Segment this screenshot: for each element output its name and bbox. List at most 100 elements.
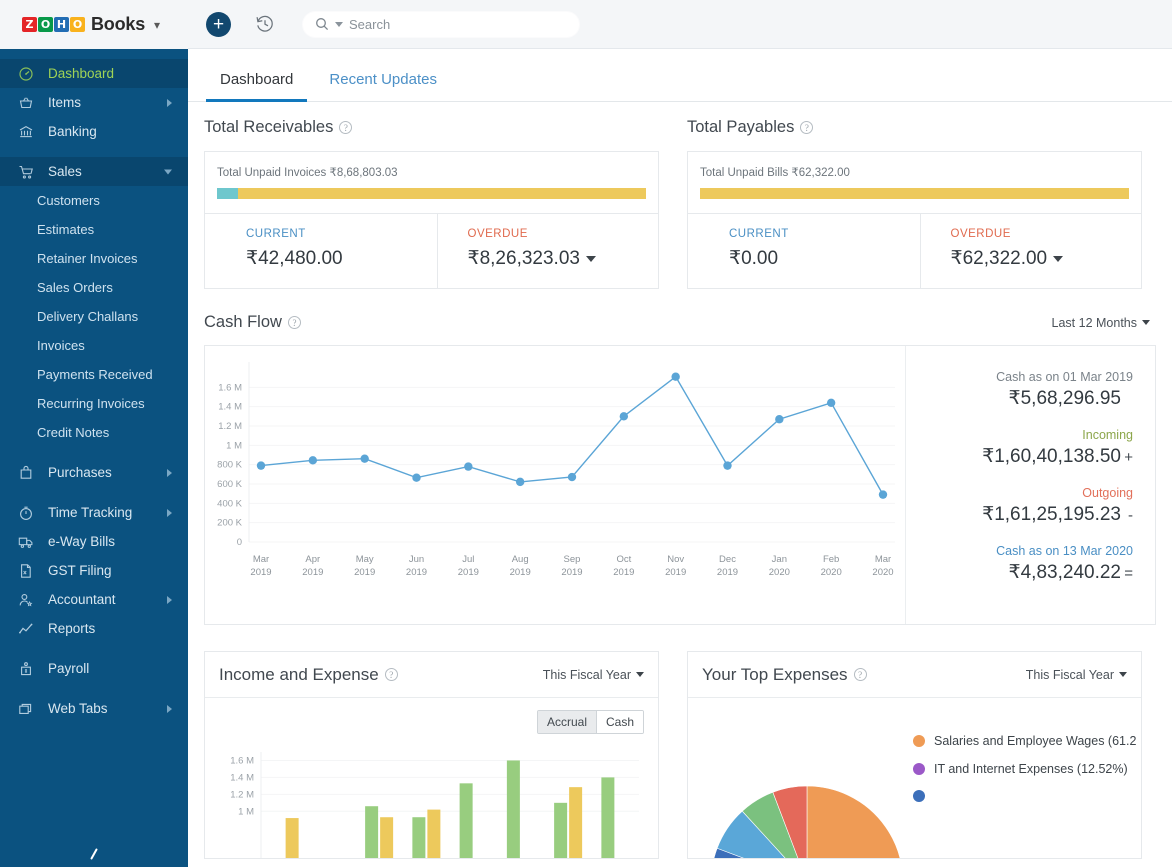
sidebar-item-recurring-invoices[interactable]: Recurring Invoices	[0, 389, 188, 418]
sidebar-item-payments-received[interactable]: Payments Received	[0, 360, 188, 389]
sidebar-item-time-tracking[interactable]: Time Tracking	[0, 498, 188, 527]
help-icon[interactable]: ?	[339, 121, 353, 134]
sidebar-subitem-label: Sales Orders	[37, 280, 113, 295]
payables-values: CURRENT ₹0.00 OVERDUE ₹62,322.00	[688, 213, 1141, 288]
svg-text:1.2 M: 1.2 M	[230, 789, 254, 800]
chevron-right-icon	[167, 595, 172, 604]
receivables-progress-bar	[217, 188, 646, 199]
sidebar-item-label: Accountant	[48, 592, 116, 607]
page-title: Total Receivables	[204, 118, 334, 136]
sidebar-subitem-label: Retainer Invoices	[37, 251, 138, 266]
sidebar-item-label: Items	[48, 95, 82, 110]
top-expenses-period-dropdown[interactable]: This Fiscal Year	[1026, 668, 1127, 682]
dashboard-content: Total Receivables ? Total Unpaid Invoice…	[188, 102, 1172, 867]
recent-history-button[interactable]	[254, 13, 276, 35]
period-label: This Fiscal Year	[1025, 667, 1114, 682]
total-payables-panel: Total Payables ? Total Unpaid Bills ₹62,…	[687, 102, 1142, 289]
legend-color-dot	[913, 790, 925, 802]
sidebar-item-gst-filing[interactable]: GST Filing	[0, 556, 188, 585]
sidebar-item-web-tabs[interactable]: Web Tabs	[0, 694, 188, 723]
svg-text:Mar: Mar	[253, 554, 269, 565]
value-text: ₹8,26,323.03	[467, 248, 580, 269]
receivables-overdue-value: ₹8,26,323.03	[468, 247, 659, 270]
truck-icon	[18, 534, 38, 550]
value-text: ₹62,322.00	[950, 248, 1048, 269]
sidebar-item-accountant[interactable]: Accountant	[0, 585, 188, 614]
cash-incoming: Incoming ₹1,60,40,138.50 +	[906, 428, 1133, 468]
svg-text:Nov: Nov	[667, 554, 684, 565]
sidebar-item-label: Purchases	[48, 465, 112, 480]
svg-text:800 K: 800 K	[217, 460, 242, 471]
chevron-right-icon	[167, 704, 172, 713]
sidebar-collapse-button[interactable]	[0, 841, 188, 867]
top-expenses-pie-chart[interactable]	[702, 732, 912, 858]
sidebar-subitem-label: Estimates	[37, 222, 95, 237]
legend-item[interactable]: Salaries and Employee Wages (61.2	[913, 734, 1136, 748]
cash-closing-label: Cash as on 13 Mar 2020	[996, 544, 1133, 558]
payables-overdue: OVERDUE ₹62,322.00	[919, 214, 1142, 288]
sidebar-item-items[interactable]: Items	[0, 88, 188, 117]
sidebar-item-delivery-challans[interactable]: Delivery Challans	[0, 302, 188, 331]
sidebar-item-reports[interactable]: Reports	[0, 614, 188, 643]
tab-recent-updates[interactable]: Recent Updates	[315, 71, 451, 101]
cash-flow-card: 0 200 K 400 K 600 K 800 K 1 M 1.2 M 1.4 M 1.6 M M…	[204, 345, 1156, 625]
history-icon	[256, 15, 273, 32]
logo-letter-o2: O	[70, 17, 85, 32]
main-area: + Search Dashboard Recent Updates Total …	[188, 0, 1172, 867]
svg-text:2019: 2019	[354, 567, 375, 578]
legend-item[interactable]: IT and Internet Expenses (12.52%)	[913, 762, 1136, 776]
toggle-accrual[interactable]: Accrual	[537, 711, 596, 733]
accounting-basis-toggle: Accrual Cash	[536, 710, 644, 734]
legend-item[interactable]	[913, 790, 1136, 802]
income-expense-period-dropdown[interactable]: This Fiscal Year	[543, 668, 644, 682]
value-text: ₹4,83,240.22	[1008, 562, 1121, 583]
svg-text:600 K: 600 K	[217, 479, 242, 490]
total-receivables-panel: Total Receivables ? Total Unpaid Invoice…	[204, 102, 659, 289]
sidebar-item-label: Time Tracking	[48, 505, 133, 520]
search-input[interactable]: Search	[302, 10, 580, 38]
sidebar-item-sales[interactable]: Sales	[0, 157, 188, 186]
payables-card: Total Unpaid Bills ₹62,322.00 CURRENT ₹0…	[687, 151, 1142, 289]
help-icon[interactable]: ?	[287, 316, 301, 329]
cash-outgoing-value: ₹1,61,25,195.23-	[906, 503, 1133, 526]
toggle-cash[interactable]: Cash	[595, 711, 643, 733]
help-icon[interactable]: ?	[853, 668, 867, 681]
chevron-down-icon[interactable]: ▾	[154, 18, 160, 32]
bar-segment-current	[217, 188, 239, 199]
add-new-button[interactable]: +	[206, 11, 231, 37]
sidebar-item-eway-bills[interactable]: e-Way Bills	[0, 527, 188, 556]
help-icon[interactable]: ?	[384, 668, 398, 681]
sidebar-item-sales-orders[interactable]: Sales Orders	[0, 273, 188, 302]
chevron-left-icon	[90, 848, 98, 860]
cash-flow-period-dropdown[interactable]: Last 12 Months	[1052, 316, 1150, 330]
sidebar: Z O H O Books ▾ Dashboard Items Banking …	[0, 0, 188, 867]
page-title: Total Payables	[687, 118, 795, 136]
tab-dashboard[interactable]: Dashboard	[206, 71, 308, 102]
page-title: Income and Expense	[219, 664, 379, 684]
sidebar-item-purchases[interactable]: Purchases	[0, 458, 188, 487]
operator-equals: =	[1124, 565, 1133, 582]
sidebar-item-dashboard[interactable]: Dashboard	[0, 59, 188, 88]
brand-logo[interactable]: Z O H O Books ▾	[0, 0, 188, 49]
cash-opening-label: Cash as on 01 Mar 2019	[996, 370, 1133, 384]
sidebar-item-invoices[interactable]: Invoices	[0, 331, 188, 360]
cash-flow-chart[interactable]: 0 200 K 400 K 600 K 800 K 1 M 1.2 M 1.4 M 1.6 M M…	[205, 346, 905, 624]
sidebar-item-estimates[interactable]: Estimates	[0, 215, 188, 244]
sidebar-item-customers[interactable]: Customers	[0, 186, 188, 215]
sidebar-item-banking[interactable]: Banking	[0, 117, 188, 146]
overdue-dropdown-icon[interactable]	[585, 255, 596, 262]
help-icon[interactable]: ?	[800, 121, 814, 134]
chevron-right-icon	[167, 468, 172, 477]
sidebar-item-payroll[interactable]: Payroll	[0, 654, 188, 683]
svg-text:2019: 2019	[250, 567, 271, 578]
svg-text:1.6 M: 1.6 M	[218, 382, 242, 393]
sidebar-item-credit-notes[interactable]: Credit Notes	[0, 418, 188, 447]
value-text: ₹1,61,25,195.23	[982, 504, 1121, 525]
search-placeholder: Search	[349, 16, 391, 32]
search-scope-chevron-icon[interactable]	[335, 21, 343, 27]
sidebar-subitem-label: Invoices	[37, 338, 85, 353]
overdue-dropdown-icon[interactable]	[1053, 255, 1064, 262]
sidebar-item-retainer-invoices[interactable]: Retainer Invoices	[0, 244, 188, 273]
receivables-card: Total Unpaid Invoices ₹8,68,803.03 CURRE…	[204, 151, 659, 289]
